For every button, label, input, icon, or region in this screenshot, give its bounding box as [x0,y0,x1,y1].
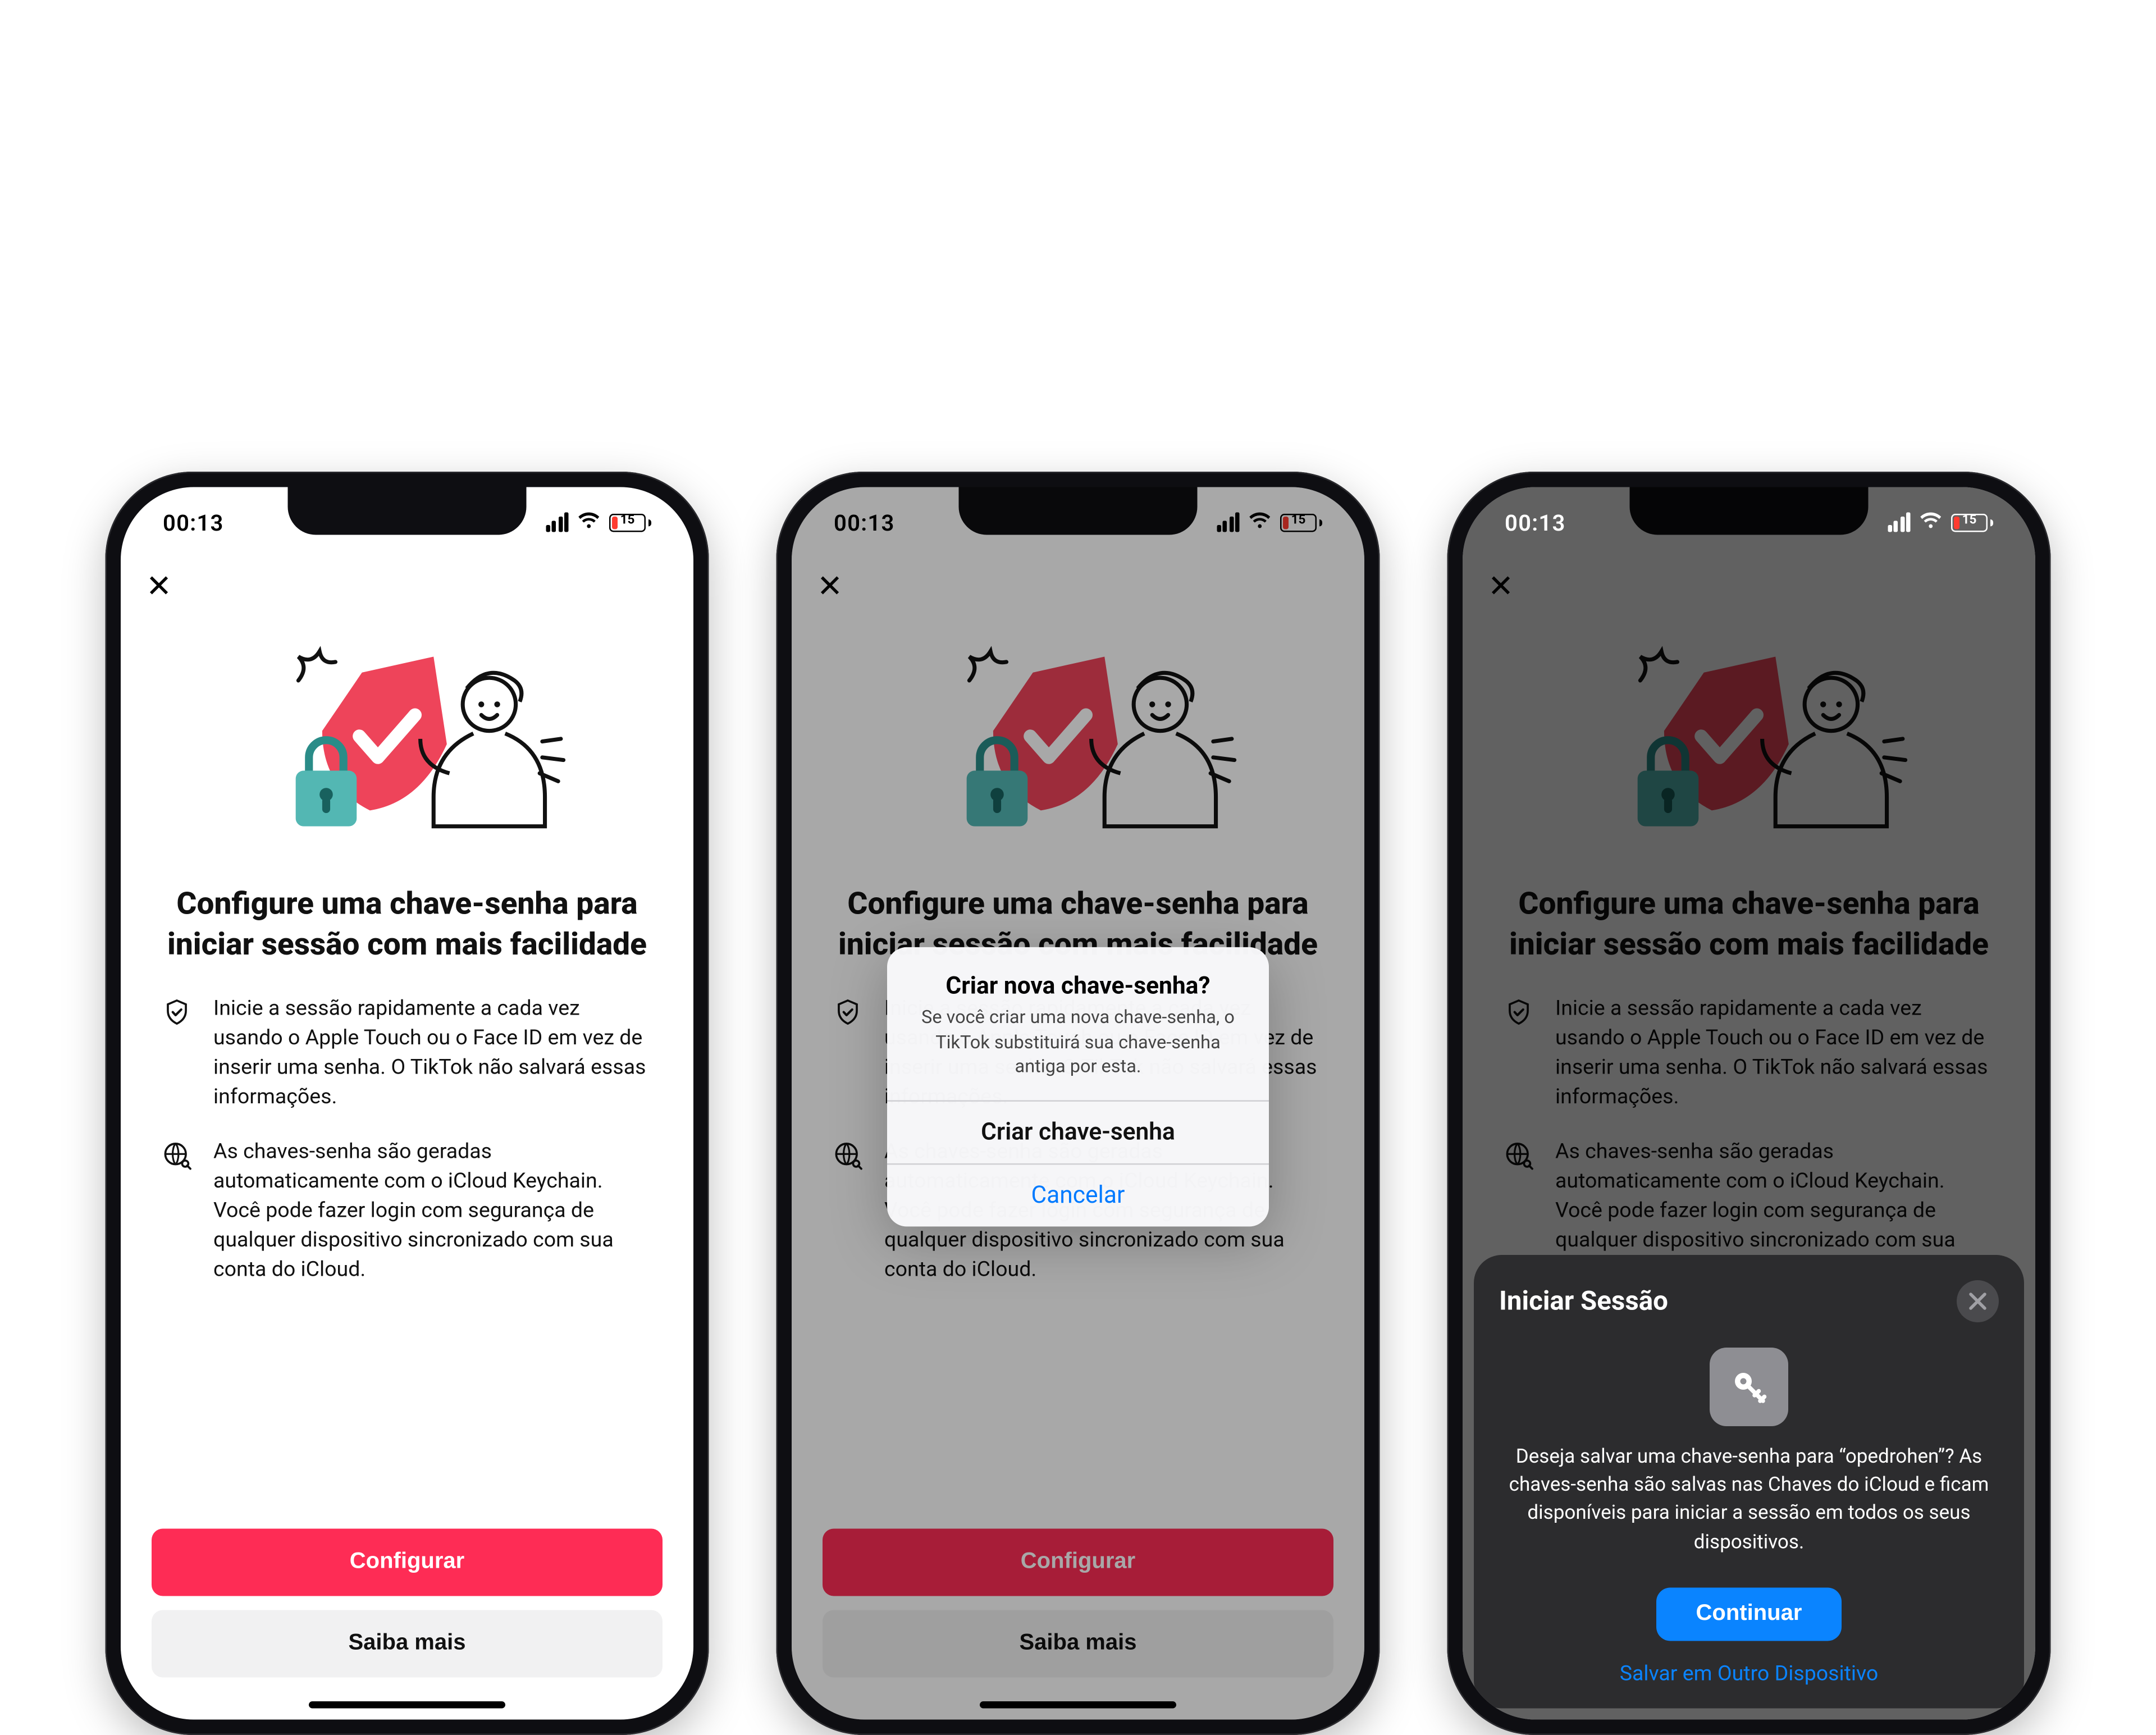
hero-illustration [121,619,693,880]
close-icon[interactable]: ✕ [146,573,172,604]
passkey-setup-screen: ✕ [121,487,693,1720]
benefit-row: As chaves-senha são geradas automaticame… [160,1137,654,1285]
iphone-frame: 00:13 15 ✕ [1447,472,2051,1735]
wifi-icon [1919,509,1943,536]
notch [288,487,527,535]
benefit-row: Inicie a sessão rapidamente a cada vez u… [160,994,654,1112]
page-title: Configure uma chave-senha para iniciar s… [121,880,693,989]
cellular-icon [1887,513,1910,532]
battery-icon: 15 [1951,513,1993,532]
benefit-text: Inicie a sessão rapidamente a cada vez u… [213,994,654,1112]
sheet-message: Deseja salvar uma chave-senha para “oped… [1499,1443,1999,1588]
save-passkey-sheet: Iniciar Sessão Deseja salvar uma chave-s… [1474,1255,2024,1709]
create-passkey-alert: Criar nova chave-senha? Se você criar um… [887,947,1269,1226]
continue-button[interactable]: Continuar [1657,1588,1842,1641]
status-bar: 00:13 15 [1463,487,2035,558]
globe-key-icon [160,1137,194,1171]
benefit-text: As chaves-senha são geradas automaticame… [213,1137,654,1285]
close-icon[interactable] [1957,1280,1999,1322]
configure-button[interactable]: Configurar [152,1529,663,1596]
wifi-icon [577,509,601,536]
status-time: 00:13 [163,509,224,536]
learn-more-button[interactable]: Saiba mais [152,1610,663,1678]
alert-message: Se você criar uma nova chave-senha, o Ti… [912,1006,1244,1080]
sheet-title: Iniciar Sessão [1499,1285,1668,1317]
key-icon [1499,1322,1999,1443]
alert-confirm-button[interactable]: Criar chave-senha [887,1100,1269,1163]
battery-icon: 15 [609,513,651,532]
iphone-frame: 00:13 15 ✕ [776,472,1380,1735]
status-time: 00:13 [1505,509,1566,536]
shield-check-icon [160,994,194,1028]
iphone-frame: 00:13 15 ✕ [106,472,709,1735]
alert-title: Criar nova chave-senha? [912,972,1244,1001]
save-other-device-link[interactable]: Salvar em Outro Dispositivo [1499,1661,1999,1686]
home-indicator[interactable] [309,1701,505,1709]
alert-cancel-button[interactable]: Cancelar [887,1163,1269,1226]
cellular-icon [545,513,568,532]
